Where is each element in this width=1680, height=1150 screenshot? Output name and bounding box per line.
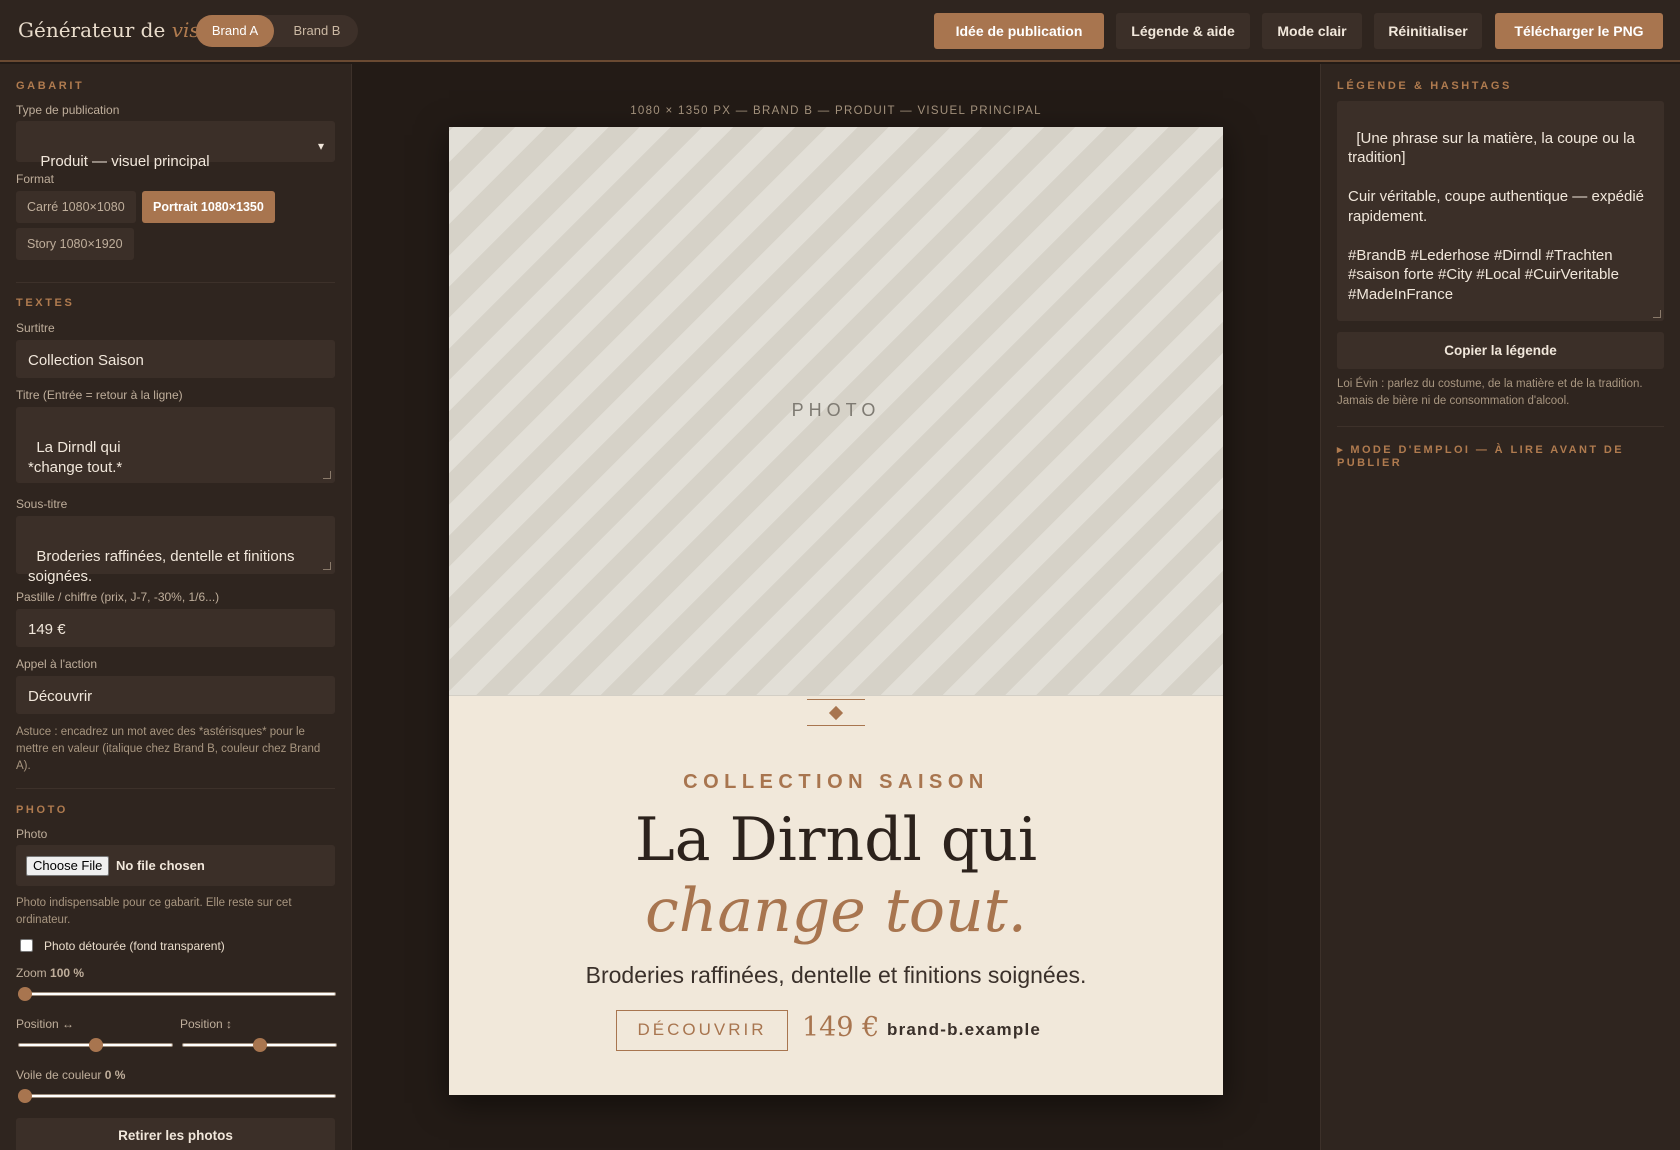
pastille-input[interactable]: 149 € [16, 609, 335, 647]
visual-subtitle: Broderies raffinées, dentelle et finitio… [585, 962, 1087, 988]
diamond-icon [828, 705, 844, 721]
type-label: Type de publication [16, 103, 120, 117]
slider-track [18, 1094, 336, 1098]
zoom-slider[interactable] [18, 986, 336, 1002]
surtitre-label: Surtitre [16, 321, 55, 335]
resize-grip-icon[interactable] [323, 471, 331, 479]
visual-headline-line1: La Dirndl qui [634, 805, 1038, 875]
visual-headline-line2: change tout. [645, 876, 1027, 946]
titre-textarea[interactable]: La Dirndl qui *change tout.* [16, 407, 335, 483]
caption-textarea[interactable]: [Une phrase sur la matière, la coupe ou … [1337, 101, 1664, 321]
type-select[interactable]: Produit — visuel principal ▾ [16, 121, 335, 170]
format-square-button[interactable]: Carré 1080×1080 [16, 191, 136, 223]
divider [16, 788, 335, 789]
app-title-main: Générateur de [18, 18, 166, 42]
brand-switch: Brand A Brand B [196, 15, 358, 47]
divider [16, 282, 335, 283]
copy-caption-button[interactable]: Copier la légende [1337, 332, 1664, 369]
veil-label-text: Voile de couleur [16, 1068, 102, 1082]
slider-thumb[interactable] [252, 1038, 267, 1052]
visual-cta: DÉCOUVRIR [616, 1010, 788, 1051]
type-select-value: Produit — visuel principal [40, 153, 210, 170]
download-png-button[interactable]: Télécharger le PNG [1495, 13, 1663, 49]
chevron-down-icon: ▾ [317, 139, 324, 153]
zoom-label-text: Zoom [16, 966, 47, 980]
veil-slider[interactable] [18, 1088, 336, 1104]
caption-help-button[interactable]: Légende & aide [1116, 13, 1250, 49]
visual-preview: PHOTO COLLECTION SAISON La Dirndl qui ch… [449, 127, 1223, 1095]
visual-kicker: COLLECTION SAISON [683, 771, 989, 793]
idea-button[interactable]: Idée de publication [934, 13, 1104, 49]
position-v-slider[interactable] [182, 1037, 337, 1053]
pastille-label: Pastille / chiffre (prix, J-7, -30%, 1/6… [16, 590, 220, 604]
slider-thumb[interactable] [18, 1089, 32, 1103]
ornament-line-bottom [807, 725, 865, 726]
caption-text: [Une phrase sur la matière, la coupe ou … [1348, 129, 1645, 303]
zoom-label: Zoom 100 % [16, 966, 84, 980]
howto-label: MODE D'EMPLOI — À LIRE AVANT DE PUBLIER [1337, 444, 1624, 469]
cutout-label: Photo détourée (fond transparent) [44, 939, 225, 953]
cta-label: Appel à l'action [16, 657, 98, 671]
photo-placeholder[interactable]: PHOTO [449, 127, 1223, 696]
top-bar: Générateur de visuels Brand A Brand B Id… [0, 0, 1680, 62]
light-mode-button[interactable]: Mode clair [1262, 13, 1362, 49]
cta-input[interactable]: Découvrir [16, 676, 335, 714]
slider-thumb[interactable] [18, 987, 32, 1001]
brand-a-button[interactable]: Brand A [196, 15, 274, 47]
section-gabarit-title: GABARIT [16, 80, 85, 92]
howto-toggle[interactable]: ▸ MODE D'EMPLOI — À LIRE AVANT DE PUBLIE… [1337, 444, 1657, 470]
soustitre-label: Sous-titre [16, 497, 68, 511]
remove-photos-button[interactable]: Retirer les photos [16, 1118, 335, 1150]
veil-value: 0 % [104, 1068, 126, 1082]
surtitre-input[interactable]: Collection Saison [16, 340, 335, 378]
position-v-label: Position ↕ [180, 1017, 233, 1031]
zoom-value: 100 % [50, 966, 85, 980]
choose-file-button[interactable]: Choose File [26, 856, 110, 876]
title-tip: Astuce : encadrez un mot avec des *astér… [16, 726, 321, 772]
photo-note: Photo indispensable pour ce gabarit. Ell… [16, 897, 292, 926]
ornament-line-top [807, 699, 865, 700]
cutout-checkbox[interactable] [20, 939, 33, 952]
format-portrait-button[interactable]: Portrait 1080×1350 [142, 191, 275, 223]
position-h-label: Position ↔ [16, 1017, 75, 1031]
section-textes-title: TEXTES [16, 297, 75, 309]
canvas-info: 1080 × 1350 PX — BRAND B — PRODUIT — VIS… [630, 105, 1042, 117]
section-caption-title: LÉGENDE & HASHTAGS [1337, 80, 1512, 92]
legal-note: Loi Évin : parlez du costume, de la mati… [1337, 378, 1643, 407]
slider-track [18, 992, 336, 996]
resize-grip-icon[interactable] [323, 562, 331, 570]
photo-placeholder-label: PHOTO [791, 400, 881, 420]
veil-label: Voile de couleur 0 % [16, 1068, 125, 1082]
divider [1337, 426, 1664, 427]
visual-price: 149 € [802, 1012, 880, 1043]
titre-value: La Dirndl qui *change tout.* [28, 439, 123, 476]
section-photo-title: PHOTO [16, 804, 68, 816]
triangle-right-icon: ▸ [1337, 444, 1345, 456]
format-label: Format [16, 172, 55, 186]
resize-grip-icon[interactable] [1653, 310, 1661, 318]
file-status: No file chosen [116, 858, 205, 873]
titre-label: Titre (Entrée = retour à la ligne) [16, 388, 183, 402]
visual-site-url: brand-b.example [887, 1020, 1042, 1039]
brand-b-button[interactable]: Brand B [278, 15, 356, 47]
format-story-button[interactable]: Story 1080×1920 [16, 228, 134, 260]
soustitre-textarea[interactable]: Broderies raffinées, dentelle et finitio… [16, 516, 335, 585]
reset-button[interactable]: Réinitialiser [1374, 13, 1482, 49]
slider-thumb[interactable] [88, 1038, 103, 1052]
photo-label: Photo [16, 827, 48, 841]
position-h-slider[interactable] [18, 1037, 173, 1053]
